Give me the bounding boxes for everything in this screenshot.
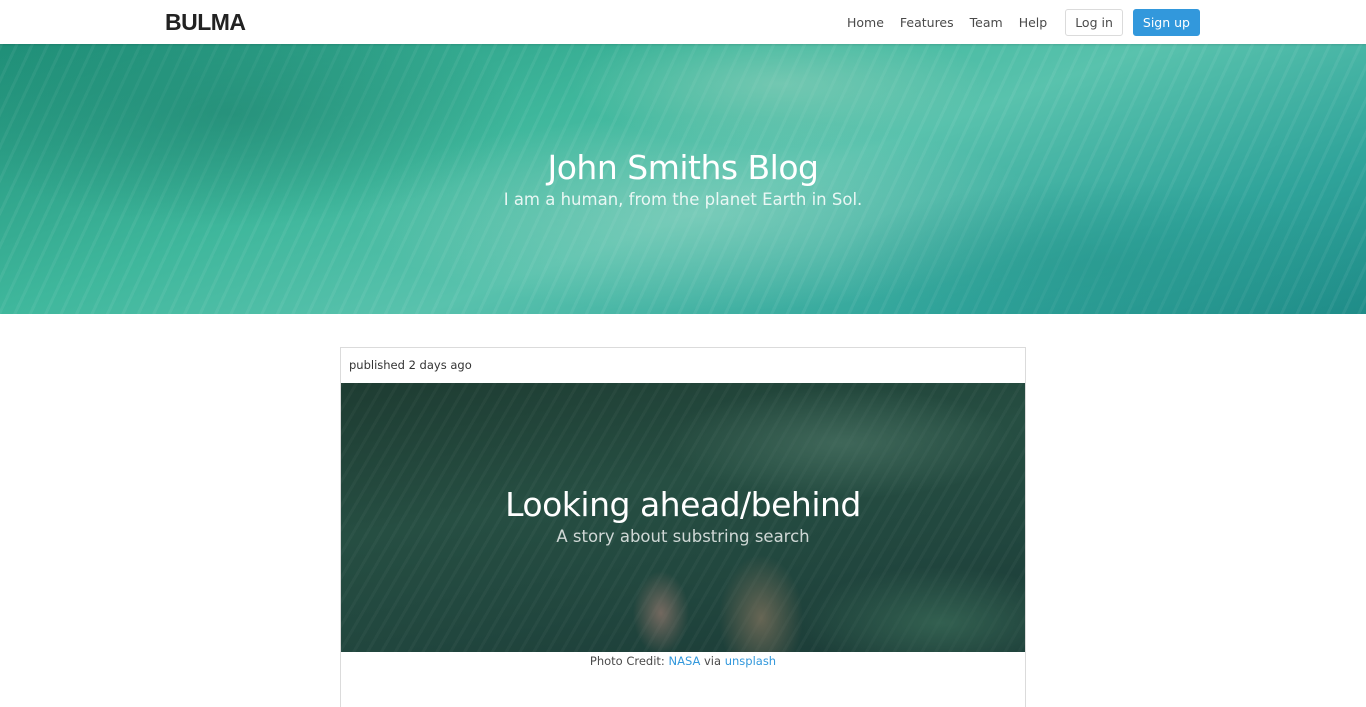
post-cover-image[interactable]: Looking ahead/behind A story about subst… <box>341 383 1025 652</box>
hero-banner: John Smiths Blog I am a human, from the … <box>0 44 1366 314</box>
signup-button[interactable]: Sign up <box>1132 9 1200 36</box>
hero-subtitle: I am a human, from the planet Earth in S… <box>503 190 863 209</box>
nav-help-link[interactable]: Help <box>1019 15 1048 30</box>
post-subtitle: A story about substring search <box>556 527 810 546</box>
nav-features-link[interactable]: Features <box>900 15 954 30</box>
post-card: published 2 days ago Looking ahead/behin… <box>340 347 1026 707</box>
nav-links: Home Features Team Help Log in Sign up <box>847 9 1200 36</box>
photo-credit-label: Photo Credit: <box>589 654 665 668</box>
hero-title: John Smiths Blog <box>547 148 820 187</box>
login-button[interactable]: Log in <box>1065 9 1123 36</box>
brand-logo[interactable]: BULMA <box>165 9 246 35</box>
photo-credit-unsplash-link[interactable]: unsplash <box>725 654 776 668</box>
navbar: BULMA Home Features Team Help Log in Sig… <box>0 0 1366 44</box>
photo-credit-via: via <box>703 654 722 668</box>
post-published-date: published 2 days ago <box>349 358 472 372</box>
photo-credit: Photo Credit: NASA via unsplash <box>341 654 1025 668</box>
nav-home-link[interactable]: Home <box>847 15 884 30</box>
photo-credit-nasa-link[interactable]: NASA <box>668 654 700 668</box>
post-title[interactable]: Looking ahead/behind <box>341 485 1025 525</box>
nav-team-link[interactable]: Team <box>970 15 1003 30</box>
